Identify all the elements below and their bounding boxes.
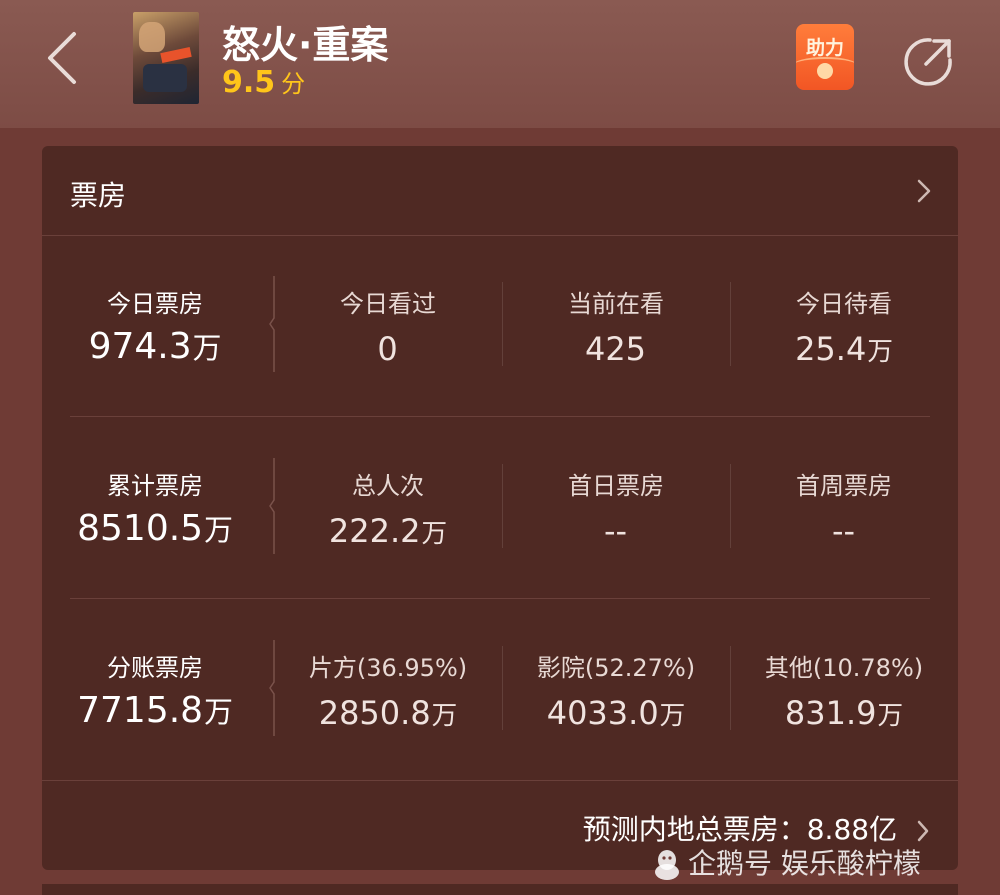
stat-value: 831.9万 (784, 694, 904, 732)
stat-cell-first-day[interactable]: 首日票房 -- (516, 456, 716, 586)
chevron-right-icon (917, 820, 929, 842)
stat-label: 其他(10.78%) (764, 654, 924, 682)
stat-value: 25.4万 (795, 330, 893, 368)
stat-cell-today-watched[interactable]: 今日看过 0 (288, 274, 488, 404)
stat-label: 片方(36.95%) (308, 654, 468, 682)
stat-label: 首周票房 (796, 472, 892, 500)
movie-poster[interactable] (133, 12, 199, 104)
movie-title: 怒火·重案 (222, 23, 389, 67)
stat-value: 222.2万 (328, 512, 448, 550)
rating-value: 9.5 (222, 65, 276, 100)
brace-divider (269, 458, 275, 554)
row-divider (70, 416, 930, 417)
stat-cell-total-admissions[interactable]: 总人次 222.2万 (288, 456, 488, 586)
stat-value: 2850.8万 (318, 694, 458, 732)
stat-label: 今日看过 (340, 290, 436, 318)
stat-cell-split-box-office[interactable]: 分账票房 7715.8万 (70, 638, 240, 768)
box-office-header[interactable]: 票房 (42, 146, 958, 236)
stats-row-cumulative: 累计票房 8510.5万 总人次 222.2万 首日票房 -- 首周票房 -- (42, 456, 958, 586)
stat-label: 影院(52.27%) (536, 654, 696, 682)
stat-label: 首日票房 (568, 472, 664, 500)
coin-icon (817, 63, 833, 79)
stat-cell-today-to-watch[interactable]: 今日待看 25.4万 (744, 274, 944, 404)
stat-cell-now-watching[interactable]: 当前在看 425 (516, 274, 716, 404)
help-button[interactable]: 助力 (796, 24, 854, 90)
stat-label: 总人次 (352, 472, 424, 500)
stat-value: 8510.5万 (77, 508, 233, 549)
help-button-label: 助力 (805, 37, 844, 59)
stat-cell-other-share[interactable]: 其他(10.78%) 831.9万 (744, 638, 944, 768)
stat-cell-cinema-share[interactable]: 影院(52.27%) 4033.0万 (516, 638, 716, 768)
share-icon (904, 38, 952, 86)
stat-label: 当前在看 (568, 290, 664, 318)
stat-value: 425 (584, 330, 647, 368)
stat-value: 0 (377, 330, 398, 368)
movie-rating: 9.5 分 (222, 64, 305, 100)
back-button[interactable] (38, 28, 88, 88)
brace-divider (269, 640, 275, 736)
column-divider (730, 646, 731, 730)
box-office-card: 票房 今日票房 974.3万 今日看过 0 当前在看 425 今日待看 25.4… (42, 146, 958, 870)
column-divider (730, 464, 731, 548)
column-divider (502, 646, 503, 730)
brace-divider (269, 276, 275, 372)
stat-cell-today-box-office[interactable]: 今日票房 974.3万 (70, 274, 240, 404)
stat-cell-producer-share[interactable]: 片方(36.95%) 2850.8万 (288, 638, 488, 768)
column-divider (502, 464, 503, 548)
stat-label: 今日票房 (107, 290, 203, 318)
watermark-text: 企鹅号 娱乐酸柠檬 (688, 847, 921, 880)
watermark: 企鹅号 娱乐酸柠檬 (652, 842, 921, 882)
stats-row-today: 今日票房 974.3万 今日看过 0 当前在看 425 今日待看 25.4万 (42, 274, 958, 404)
stat-value: -- (831, 512, 856, 550)
row-divider (42, 780, 958, 781)
row-divider (70, 598, 930, 599)
stat-value: 974.3万 (88, 326, 222, 367)
header-divider (42, 235, 958, 236)
penguin-icon (655, 850, 679, 880)
stat-label: 分账票房 (107, 654, 203, 682)
stats-row-split: 分账票房 7715.8万 片方(36.95%) 2850.8万 影院(52.27… (42, 638, 958, 768)
chevron-left-icon (48, 32, 76, 84)
stat-value: -- (603, 512, 628, 550)
rating-unit: 分 (281, 70, 306, 98)
box-office-title: 票房 (70, 179, 127, 212)
next-card-edge (42, 884, 958, 895)
stat-cell-cumulative-box-office[interactable]: 累计票房 8510.5万 (70, 456, 240, 586)
column-divider (502, 282, 503, 366)
stat-label: 累计票房 (107, 472, 203, 500)
movie-header: 怒火·重案 9.5 分 助力 (0, 0, 1000, 128)
stat-value: 4033.0万 (546, 694, 686, 732)
stat-label: 今日待看 (796, 290, 892, 318)
chevron-right-icon (917, 179, 931, 203)
column-divider (730, 282, 731, 366)
share-button[interactable] (900, 34, 956, 90)
stat-cell-first-week[interactable]: 首周票房 -- (744, 456, 944, 586)
stat-value: 7715.8万 (77, 690, 233, 731)
